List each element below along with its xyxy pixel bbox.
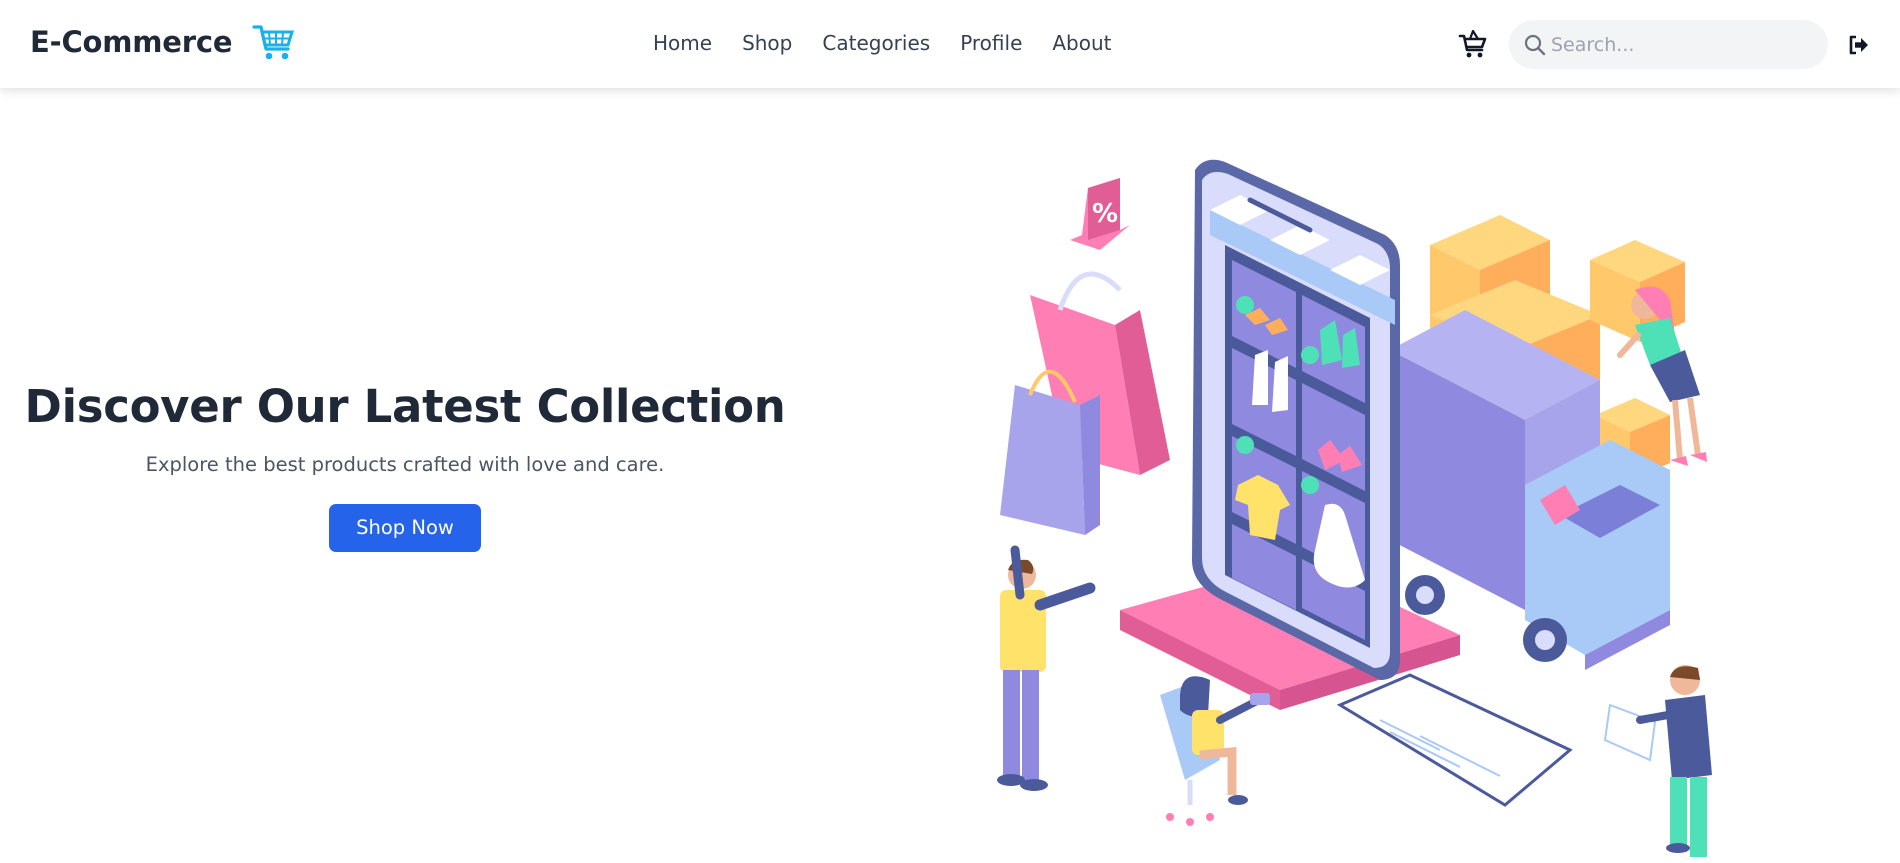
nav-link-home[interactable]: Home [653,31,712,55]
shopping-cart-icon [252,22,296,62]
shop-now-button[interactable]: Shop Now [329,504,481,552]
nav-link-shop[interactable]: Shop [742,31,792,55]
hero-subtitle: Explore the best products crafted with l… [145,453,665,476]
logout-icon[interactable] [1848,34,1870,56]
nav-link-about[interactable]: About [1052,31,1111,55]
hero-section: Discover Our Latest Collection Explore t… [0,380,810,552]
person-delivery-right [1603,665,1712,857]
brand-name: E-Commerce [30,25,233,59]
discount-tag-icon: % [1070,178,1130,250]
discount-tag-text: % [1092,199,1118,229]
cart-icon[interactable] [1458,28,1488,60]
navbar: E-Commerce Home Shop Categories Profile … [0,0,1900,88]
search-input[interactable] [1551,33,1811,56]
search-icon [1523,33,1547,57]
nav-link-categories[interactable]: Categories [822,31,930,55]
brand[interactable]: E-Commerce [30,22,296,62]
receipt [1336,673,1573,807]
hero-illustration: % [970,140,1750,863]
shopping-bags [1000,271,1170,535]
person-sitting-chair [1160,676,1270,826]
nav-links: Home Shop Categories Profile About [653,31,1142,55]
delivery-truck [1390,310,1670,670]
person-shopper-left [997,545,1096,791]
search-box [1509,20,1828,69]
nav-link-profile[interactable]: Profile [960,31,1022,55]
hero-title: Discover Our Latest Collection [24,380,786,433]
